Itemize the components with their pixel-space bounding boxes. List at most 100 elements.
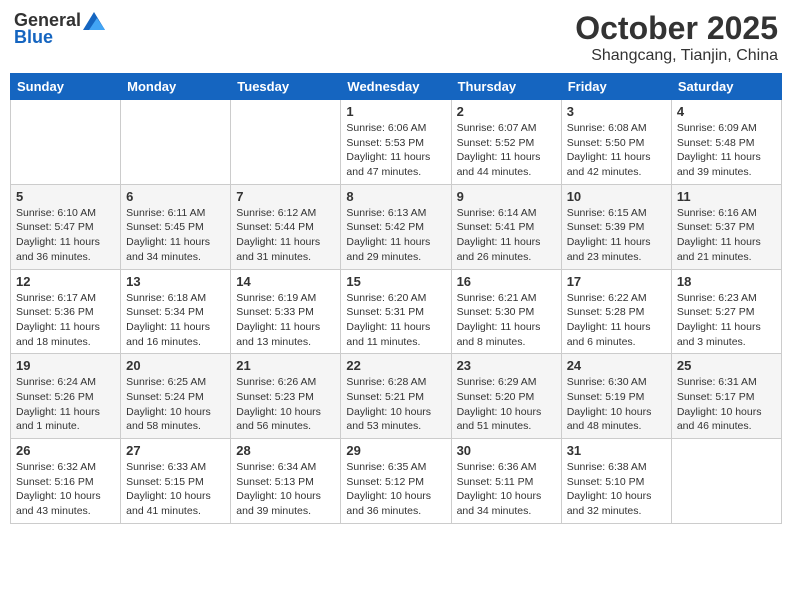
day-number: 17 — [567, 274, 666, 289]
calendar-cell: 25Sunrise: 6:31 AM Sunset: 5:17 PM Dayli… — [671, 354, 781, 439]
day-info: Sunrise: 6:28 AM Sunset: 5:21 PM Dayligh… — [346, 375, 445, 434]
day-number: 9 — [457, 189, 556, 204]
day-info: Sunrise: 6:26 AM Sunset: 5:23 PM Dayligh… — [236, 375, 335, 434]
day-number: 23 — [457, 358, 556, 373]
calendar-cell: 30 Sunrise: 6:36 AM Sunset: 5:11 PM Dayli… — [451, 439, 561, 524]
day-number: 15 — [346, 274, 445, 289]
page-header: General Blue October 2025 Shangcang, Tia… — [10, 10, 782, 65]
calendar-cell: 23 Sunrise: 6:29 AM Sunset: 5:20 PM Dayli… — [451, 354, 561, 439]
calendar-week-row: 26 Sunrise: 6:32 AM Sunset: 5:16 PM Dayli… — [11, 439, 782, 524]
calendar-cell: 17Sunrise: 6:22 AM Sunset: 5:28 PM Dayli… — [561, 269, 671, 354]
location-title: Shangcang, Tianjin, China — [575, 47, 778, 65]
title-block: October 2025 Shangcang, Tianjin, China — [575, 10, 778, 65]
day-info: Sunrise: 6:09 AM Sunset: 5:48 PM Dayligh… — [677, 121, 776, 180]
day-number: 25 — [677, 358, 776, 373]
calendar-cell: 15 Sunrise: 6:20 AM Sunset: 5:31 PM Dayli… — [341, 269, 451, 354]
day-info: Sunrise: 6:36 AM Sunset: 5:11 PM Dayligh… — [457, 460, 556, 519]
logo-blue: Blue — [14, 27, 53, 48]
day-info: Sunrise: 6:16 AM Sunset: 5:37 PM Dayligh… — [677, 206, 776, 265]
day-number: 1 — [346, 104, 445, 119]
weekday-header-thursday: Thursday — [451, 74, 561, 100]
day-info: Sunrise: 6:33 AM Sunset: 5:15 PM Dayligh… — [126, 460, 225, 519]
day-info: Sunrise: 6:13 AM Sunset: 5:42 PM Dayligh… — [346, 206, 445, 265]
day-number: 14 — [236, 274, 335, 289]
calendar-week-row: 19 Sunrise: 6:24 AM Sunset: 5:26 PM Dayli… — [11, 354, 782, 439]
weekday-header-monday: Monday — [121, 74, 231, 100]
calendar-cell: 10 Sunrise: 6:15 AM Sunset: 5:39 PM Dayli… — [561, 184, 671, 269]
calendar-cell: 26 Sunrise: 6:32 AM Sunset: 5:16 PM Dayli… — [11, 439, 121, 524]
calendar-cell — [121, 100, 231, 185]
day-number: 3 — [567, 104, 666, 119]
day-number: 27 — [126, 443, 225, 458]
day-info: Sunrise: 6:12 AM Sunset: 5:44 PM Dayligh… — [236, 206, 335, 265]
calendar-cell — [671, 439, 781, 524]
logo-icon — [83, 12, 105, 30]
day-info: Sunrise: 6:10 AM Sunset: 5:47 PM Dayligh… — [16, 206, 115, 265]
day-info: Sunrise: 6:18 AM Sunset: 5:34 PM Dayligh… — [126, 291, 225, 350]
weekday-header-row: SundayMondayTuesdayWednesdayThursdayFrid… — [11, 74, 782, 100]
calendar-cell: 22 Sunrise: 6:28 AM Sunset: 5:21 PM Dayli… — [341, 354, 451, 439]
weekday-header-sunday: Sunday — [11, 74, 121, 100]
day-number: 11 — [677, 189, 776, 204]
calendar-week-row: 1 Sunrise: 6:06 AM Sunset: 5:53 PM Daylig… — [11, 100, 782, 185]
day-info: Sunrise: 6:32 AM Sunset: 5:16 PM Dayligh… — [16, 460, 115, 519]
day-number: 20 — [126, 358, 225, 373]
calendar-cell: 31Sunrise: 6:38 AM Sunset: 5:10 PM Dayli… — [561, 439, 671, 524]
day-info: Sunrise: 6:07 AM Sunset: 5:52 PM Dayligh… — [457, 121, 556, 180]
logo: General Blue — [14, 10, 105, 48]
day-info: Sunrise: 6:15 AM Sunset: 5:39 PM Dayligh… — [567, 206, 666, 265]
day-info: Sunrise: 6:35 AM Sunset: 5:12 PM Dayligh… — [346, 460, 445, 519]
day-number: 5 — [16, 189, 115, 204]
calendar-cell: 4 Sunrise: 6:09 AM Sunset: 5:48 PM Daylig… — [671, 100, 781, 185]
calendar-cell: 28 Sunrise: 6:34 AM Sunset: 5:13 PM Dayli… — [231, 439, 341, 524]
day-info: Sunrise: 6:20 AM Sunset: 5:31 PM Dayligh… — [346, 291, 445, 350]
day-number: 30 — [457, 443, 556, 458]
calendar-cell: 2 Sunrise: 6:07 AM Sunset: 5:52 PM Daylig… — [451, 100, 561, 185]
day-number: 31 — [567, 443, 666, 458]
day-info: Sunrise: 6:30 AM Sunset: 5:19 PM Dayligh… — [567, 375, 666, 434]
day-info: Sunrise: 6:25 AM Sunset: 5:24 PM Dayligh… — [126, 375, 225, 434]
day-info: Sunrise: 6:17 AM Sunset: 5:36 PM Dayligh… — [16, 291, 115, 350]
calendar-cell: 27 Sunrise: 6:33 AM Sunset: 5:15 PM Dayli… — [121, 439, 231, 524]
day-info: Sunrise: 6:29 AM Sunset: 5:20 PM Dayligh… — [457, 375, 556, 434]
day-number: 26 — [16, 443, 115, 458]
calendar-cell: 16 Sunrise: 6:21 AM Sunset: 5:30 PM Dayli… — [451, 269, 561, 354]
day-number: 2 — [457, 104, 556, 119]
month-title: October 2025 — [575, 10, 778, 47]
day-number: 10 — [567, 189, 666, 204]
day-number: 29 — [346, 443, 445, 458]
day-info: Sunrise: 6:21 AM Sunset: 5:30 PM Dayligh… — [457, 291, 556, 350]
day-number: 18 — [677, 274, 776, 289]
day-number: 8 — [346, 189, 445, 204]
day-number: 22 — [346, 358, 445, 373]
calendar-cell: 7Sunrise: 6:12 AM Sunset: 5:44 PM Daylig… — [231, 184, 341, 269]
calendar-cell: 21Sunrise: 6:26 AM Sunset: 5:23 PM Dayli… — [231, 354, 341, 439]
day-info: Sunrise: 6:34 AM Sunset: 5:13 PM Dayligh… — [236, 460, 335, 519]
day-info: Sunrise: 6:24 AM Sunset: 5:26 PM Dayligh… — [16, 375, 115, 434]
calendar-week-row: 12 Sunrise: 6:17 AM Sunset: 5:36 PM Dayli… — [11, 269, 782, 354]
calendar-cell: 6Sunrise: 6:11 AM Sunset: 5:45 PM Daylig… — [121, 184, 231, 269]
day-number: 12 — [16, 274, 115, 289]
calendar-cell: 29 Sunrise: 6:35 AM Sunset: 5:12 PM Dayli… — [341, 439, 451, 524]
calendar-week-row: 5 Sunrise: 6:10 AM Sunset: 5:47 PM Daylig… — [11, 184, 782, 269]
weekday-header-friday: Friday — [561, 74, 671, 100]
calendar-cell: 1 Sunrise: 6:06 AM Sunset: 5:53 PM Daylig… — [341, 100, 451, 185]
day-number: 28 — [236, 443, 335, 458]
day-info: Sunrise: 6:06 AM Sunset: 5:53 PM Dayligh… — [346, 121, 445, 180]
calendar-cell: 8 Sunrise: 6:13 AM Sunset: 5:42 PM Daylig… — [341, 184, 451, 269]
calendar-cell: 3 Sunrise: 6:08 AM Sunset: 5:50 PM Daylig… — [561, 100, 671, 185]
day-number: 4 — [677, 104, 776, 119]
calendar-cell — [231, 100, 341, 185]
day-info: Sunrise: 6:08 AM Sunset: 5:50 PM Dayligh… — [567, 121, 666, 180]
day-info: Sunrise: 6:11 AM Sunset: 5:45 PM Dayligh… — [126, 206, 225, 265]
day-number: 13 — [126, 274, 225, 289]
calendar-cell: 14 Sunrise: 6:19 AM Sunset: 5:33 PM Dayli… — [231, 269, 341, 354]
weekday-header-saturday: Saturday — [671, 74, 781, 100]
calendar-cell: 13 Sunrise: 6:18 AM Sunset: 5:34 PM Dayli… — [121, 269, 231, 354]
day-number: 19 — [16, 358, 115, 373]
calendar-cell: 18 Sunrise: 6:23 AM Sunset: 5:27 PM Dayli… — [671, 269, 781, 354]
day-info: Sunrise: 6:23 AM Sunset: 5:27 PM Dayligh… — [677, 291, 776, 350]
day-number: 16 — [457, 274, 556, 289]
calendar-cell: 24Sunrise: 6:30 AM Sunset: 5:19 PM Dayli… — [561, 354, 671, 439]
day-info: Sunrise: 6:19 AM Sunset: 5:33 PM Dayligh… — [236, 291, 335, 350]
